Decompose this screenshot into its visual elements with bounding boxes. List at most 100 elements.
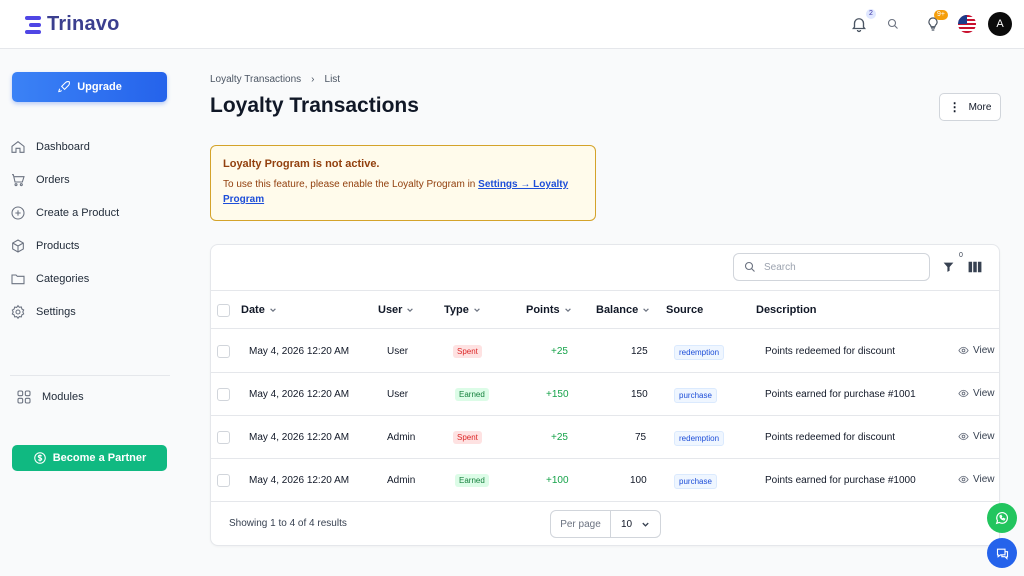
- type-badge: Earned: [455, 474, 489, 487]
- row-description: Points earned for purchase #1001: [765, 389, 916, 400]
- search-placeholder: Search: [764, 261, 796, 273]
- alert-body: To use this feature, please enable the L…: [223, 177, 583, 207]
- sidebar-item-dashboard[interactable]: Dashboard: [10, 139, 90, 155]
- whatsapp-icon: [995, 511, 1009, 525]
- row-date: May 4, 2026 12:20 AM: [249, 475, 350, 486]
- row-date: May 4, 2026 12:20 AM: [249, 389, 350, 400]
- type-badge: Spent: [453, 431, 482, 444]
- chat-icon: [996, 548, 1008, 560]
- row-balance: 75: [635, 432, 647, 443]
- type-badge: Earned: [455, 388, 489, 401]
- partner-label: Become a Partner: [52, 452, 147, 464]
- row-date: May 4, 2026 12:20 AM: [249, 432, 350, 443]
- chevron-right-icon: ›: [311, 74, 315, 85]
- row-description: Points redeemed for discount: [765, 432, 896, 443]
- upgrade-label: Upgrade: [77, 81, 122, 93]
- settings-loyalty-link[interactable]: Settings → Loyalty: [478, 179, 568, 190]
- eye-icon: [958, 346, 969, 355]
- sidebar-item-categories[interactable]: Categories: [10, 271, 89, 287]
- brand-name: Trinavo: [47, 13, 120, 35]
- search-icon: [744, 261, 755, 272]
- avatar[interactable]: A: [988, 12, 1012, 36]
- sidebar-divider: [10, 375, 170, 376]
- per-page-value: 10: [621, 518, 633, 530]
- transactions-table-card: Search 0 Date User Type Points Balance S…: [210, 244, 1000, 546]
- row-description: Points redeemed for discount: [765, 346, 896, 357]
- sidebar-item-label: Dashboard: [36, 141, 90, 153]
- per-page-select[interactable]: Per page 10: [550, 510, 661, 538]
- column-description: Description: [756, 304, 817, 316]
- upgrade-button[interactable]: Upgrade: [12, 72, 167, 102]
- per-page-value-wrap[interactable]: 10: [611, 511, 660, 537]
- columns-icon[interactable]: [968, 261, 982, 276]
- whatsapp-button[interactable]: [987, 503, 1017, 533]
- view-button[interactable]: View: [958, 474, 995, 485]
- row-checkbox[interactable]: [217, 431, 230, 444]
- chevron-down-icon: [564, 308, 571, 313]
- row-user: Admin: [387, 432, 416, 443]
- become-partner-button[interactable]: Become a Partner: [12, 445, 167, 471]
- top-header: Trinavo 2 9+ A: [0, 0, 1024, 49]
- table-row: May 4, 2026 12:20 AM Admin Spent +25 75 …: [211, 416, 999, 459]
- cart-icon: [12, 174, 25, 187]
- sidebar-item-label: Create a Product: [36, 207, 120, 219]
- source-badge: purchase: [674, 388, 717, 403]
- brand-logo[interactable]: Trinavo: [25, 13, 120, 36]
- row-description: Points earned for purchase #1000: [765, 475, 916, 486]
- chevron-down-icon: [270, 308, 276, 313]
- source-badge: redemption: [674, 431, 725, 446]
- row-checkbox[interactable]: [217, 345, 230, 358]
- row-user: Admin: [387, 475, 416, 486]
- breadcrumb-current: List: [324, 74, 341, 85]
- chevron-down-icon: [642, 522, 649, 527]
- home-icon: [11, 140, 25, 153]
- column-date[interactable]: Date: [241, 304, 277, 316]
- sidebar-item-label: Modules: [42, 391, 84, 403]
- row-balance: 100: [630, 475, 647, 486]
- column-points[interactable]: Points: [526, 304, 572, 316]
- search-input[interactable]: Search: [733, 253, 930, 281]
- column-balance[interactable]: Balance: [596, 304, 650, 316]
- filter-icon[interactable]: [942, 260, 955, 277]
- row-points: +25: [551, 346, 568, 357]
- box-icon: [12, 239, 24, 253]
- sidebar-item-create-product[interactable]: Create a Product: [10, 205, 119, 221]
- view-button[interactable]: View: [958, 431, 995, 442]
- chat-support-button[interactable]: [987, 538, 1017, 568]
- sidebar-item-modules[interactable]: Modules: [16, 389, 84, 405]
- table-row: May 4, 2026 12:20 AM User Spent +25 125 …: [211, 330, 999, 373]
- language-flag-icon[interactable]: [958, 15, 976, 33]
- more-button[interactable]: ⋮ More: [939, 93, 1001, 121]
- plus-circle-icon: [11, 206, 25, 220]
- sidebar-item-products[interactable]: Products: [10, 238, 79, 254]
- notifications-count: 2: [866, 9, 876, 19]
- sidebar-item-label: Orders: [36, 174, 70, 186]
- settings-loyalty-link-cont[interactable]: Program: [223, 194, 264, 205]
- row-checkbox[interactable]: [217, 474, 230, 487]
- view-button[interactable]: View: [958, 345, 995, 356]
- table-row: May 4, 2026 12:20 AM Admin Earned +100 1…: [211, 459, 999, 502]
- column-user[interactable]: User: [378, 304, 414, 316]
- more-label: More: [968, 101, 992, 113]
- sidebar-item-orders[interactable]: Orders: [10, 172, 70, 188]
- row-balance: 125: [631, 346, 648, 357]
- sidebar-item-settings[interactable]: Settings: [10, 304, 76, 320]
- row-checkbox[interactable]: [217, 388, 230, 401]
- notifications-bell-icon[interactable]: [850, 15, 868, 33]
- row-balance: 150: [631, 389, 648, 400]
- breadcrumb-parent[interactable]: Loyalty Transactions: [210, 74, 301, 85]
- chevron-down-icon: [407, 308, 414, 313]
- kebab-icon: ⋮: [948, 100, 961, 114]
- logo-icon: [25, 15, 43, 35]
- search-icon[interactable]: [887, 18, 899, 30]
- results-summary: Showing 1 to 4 of 4 results: [229, 518, 347, 529]
- row-points: +100: [546, 475, 569, 486]
- column-type[interactable]: Type: [444, 304, 481, 316]
- row-user: User: [387, 346, 409, 357]
- view-button[interactable]: View: [958, 388, 995, 399]
- ideas-count: 9+: [934, 10, 948, 20]
- column-source: Source: [666, 304, 704, 316]
- chevron-down-icon: [643, 308, 650, 313]
- per-page-label: Per page: [551, 511, 611, 537]
- select-all-checkbox[interactable]: [217, 304, 230, 317]
